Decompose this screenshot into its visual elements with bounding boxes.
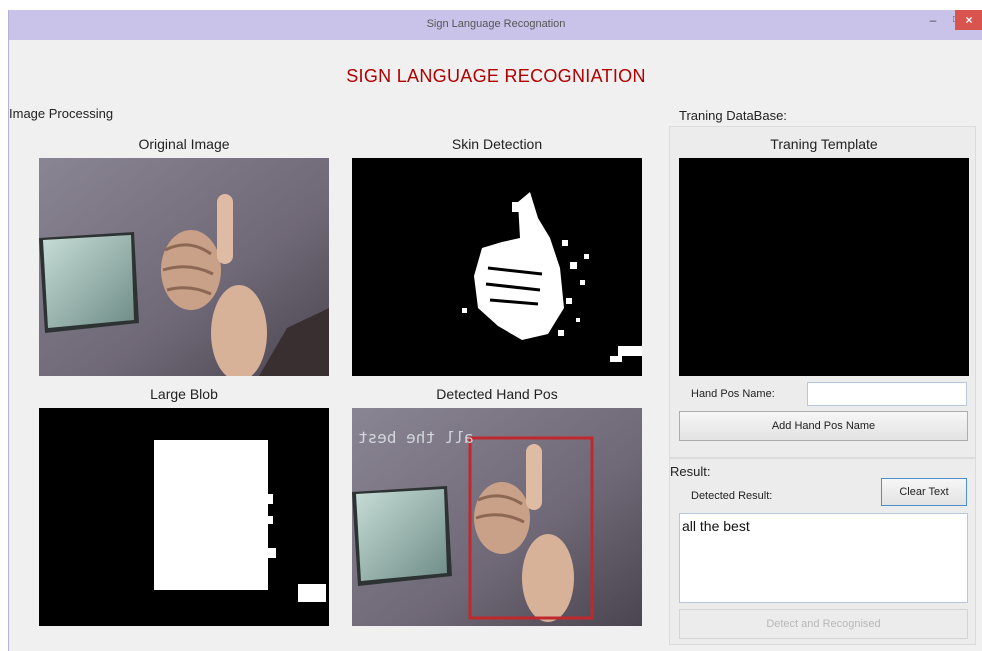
detect-and-recognise-button[interactable]: Detect and Recognised bbox=[679, 609, 968, 639]
training-template-image bbox=[679, 158, 969, 376]
training-template-caption: Traning Template bbox=[770, 136, 878, 152]
title-bar[interactable]: Sign Language Recognation – □ × bbox=[9, 10, 982, 40]
original-image-graphic bbox=[39, 158, 329, 376]
detected-hand-image: all the best bbox=[352, 408, 642, 626]
window-title: Sign Language Recognation bbox=[426, 18, 566, 30]
add-hand-pos-button[interactable]: Add Hand Pos Name bbox=[679, 411, 968, 441]
original-image bbox=[39, 158, 329, 376]
skin-detection-caption: Skin Detection bbox=[451, 136, 543, 152]
close-button[interactable]: × bbox=[955, 10, 982, 30]
minimize-button[interactable]: – bbox=[921, 10, 945, 30]
large-blob-image bbox=[39, 408, 329, 626]
original-image-caption: Original Image bbox=[138, 136, 230, 152]
detected-hand-caption: Detected Hand Pos bbox=[436, 386, 558, 402]
hand-pos-name-label: Hand Pos Name: bbox=[691, 388, 775, 400]
skin-detection-image bbox=[352, 158, 642, 376]
large-blob-caption: Large Blob bbox=[150, 386, 218, 402]
training-database-label: Traning DataBase: bbox=[679, 108, 787, 123]
app-title: SIGN LANGUAGE RECOGNIATION bbox=[346, 66, 646, 86]
blob-mask-graphic bbox=[39, 408, 329, 626]
result-label: Result: bbox=[670, 464, 711, 479]
skin-mask-graphic bbox=[352, 158, 642, 376]
detected-result-label: Detected Result: bbox=[691, 490, 773, 502]
app-window: Sign Language Recognation – □ × SIGN LAN… bbox=[8, 10, 982, 651]
clear-text-button[interactable]: Clear Text bbox=[881, 478, 967, 506]
image-processing-label: Image Processing bbox=[9, 106, 114, 121]
detected-result-textarea[interactable]: all the best bbox=[679, 513, 968, 603]
overlay-result-text: all the best bbox=[358, 428, 474, 447]
hand-pos-name-input[interactable] bbox=[807, 382, 967, 406]
